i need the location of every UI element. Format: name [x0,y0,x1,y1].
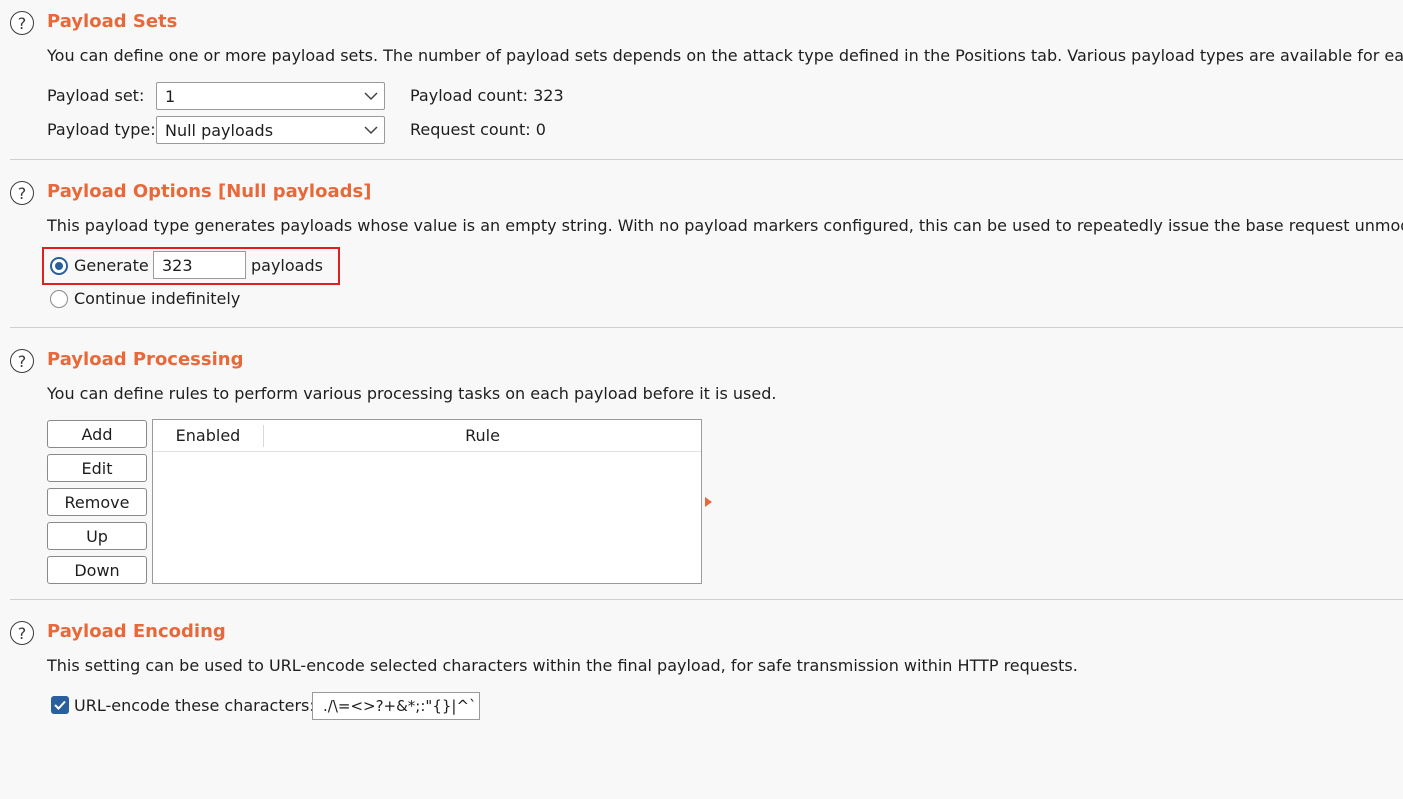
payload-options-description: This payload type generates payloads who… [47,216,1403,235]
remove-button[interactable]: Remove [47,488,147,516]
url-encode-checkbox[interactable] [51,696,69,714]
payload-type-value: Null payloads [165,120,274,140]
add-button[interactable]: Add [47,420,147,448]
down-button[interactable]: Down [47,556,147,584]
payload-encoding-description: This setting can be used to URL-encode s… [47,656,1078,675]
continue-indefinitely-label: Continue indefinitely [74,289,241,308]
check-icon [54,700,66,710]
chevron-down-icon [358,125,384,135]
generate-radio[interactable] [50,257,68,275]
generate-count-input[interactable]: 323 [153,251,246,279]
continue-indefinitely-radio[interactable] [50,290,68,308]
column-header-enabled[interactable]: Enabled [153,424,264,447]
payload-processing-title: Payload Processing [47,349,244,370]
generate-label: Generate [74,256,149,275]
help-icon[interactable]: ? [10,349,34,373]
processing-rules-table[interactable]: Enabled Rule [152,419,702,584]
payload-sets-title: Payload Sets [47,11,178,32]
up-button[interactable]: Up [47,522,147,550]
chevron-down-icon [358,91,384,101]
payload-set-value: 1 [165,86,176,106]
expand-arrow-icon[interactable] [705,497,712,507]
payload-count: Payload count: 323 [410,86,564,105]
column-header-rule[interactable]: Rule [264,420,701,451]
divider [10,599,1403,600]
url-encode-label: URL-encode these characters: [74,696,315,715]
payload-type-select[interactable]: Null payloads [156,116,385,144]
payload-set-select[interactable]: 1 [156,82,385,110]
payload-set-label: Payload set: [47,86,145,105]
payload-options-title: Payload Options [Null payloads] [47,181,372,202]
help-icon[interactable]: ? [10,11,34,35]
request-count: Request count: 0 [410,120,546,139]
payload-sets-description: You can define one or more payload sets.… [47,46,1403,65]
payload-encoding-title: Payload Encoding [47,621,226,642]
url-encode-characters-input[interactable]: ./\=<>?+&*;:"{}|^` [312,692,480,720]
help-icon[interactable]: ? [10,181,34,205]
help-icon[interactable]: ? [10,621,34,645]
payload-processing-description: You can define rules to perform various … [47,384,777,403]
table-header: Enabled Rule [153,420,701,452]
divider [10,327,1403,328]
edit-button[interactable]: Edit [47,454,147,482]
divider [10,159,1403,160]
payloads-label: payloads [251,256,323,275]
payload-type-label: Payload type: [47,120,156,139]
